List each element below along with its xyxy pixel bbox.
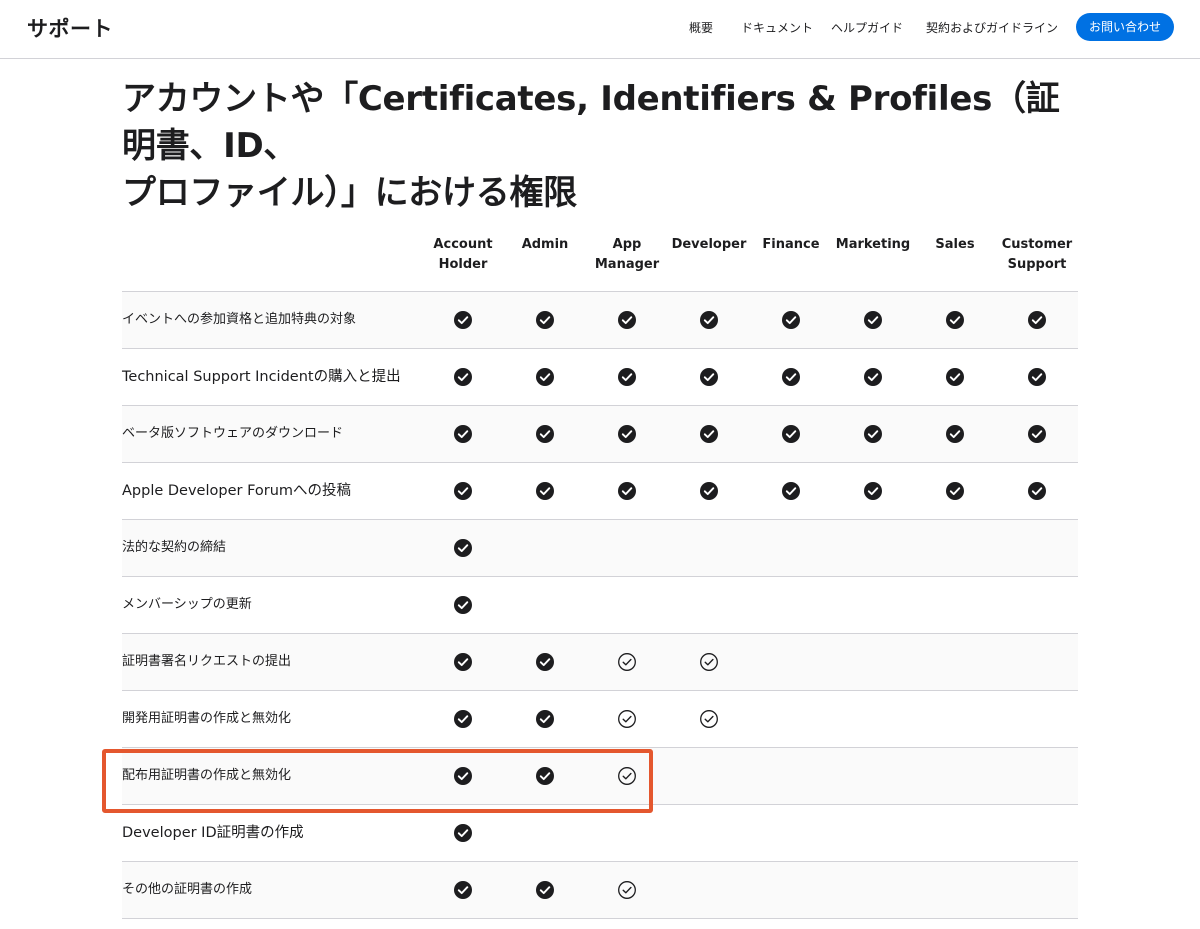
check-filled-icon [453,766,473,786]
row-label: メンバーシップの更新 [122,597,252,612]
check-filled-icon [617,424,637,444]
check-filled-icon [453,823,473,843]
check-filled-icon [535,880,555,900]
page-title-line-1: アカウントや「Certificates, Identifiers & Profi… [122,79,1060,166]
table-row: Technical Support Incidentの購入と提出 [122,349,1078,406]
nav-help-guide[interactable]: ヘルプガイド [831,19,903,36]
check-filled-icon [617,481,637,501]
check-filled-icon [945,310,965,330]
column-header: Admin [521,237,569,252]
check-filled-icon [535,310,555,330]
nav-agreements-guidelines[interactable]: 契約およびガイドライン [926,19,1058,36]
check-filled-icon [1027,367,1047,387]
check-filled-icon [945,481,965,501]
check-filled-icon [863,424,883,444]
check-outline-icon [617,652,637,672]
check-filled-icon [1027,424,1047,444]
check-filled-icon [699,367,719,387]
check-filled-icon [535,481,555,501]
check-filled-icon [863,367,883,387]
table-row: イベントへの参加資格と追加特典の対象 [122,292,1078,349]
check-filled-icon [453,310,473,330]
check-filled-icon [781,424,801,444]
check-filled-icon [1027,310,1047,330]
check-outline-icon [699,709,719,729]
table-row: 法的な契約の締結 [122,520,1078,577]
check-filled-icon [453,652,473,672]
check-filled-icon [535,652,555,672]
row-label: イベントへの参加資格と追加特典の対象 [122,312,357,327]
table-row: ベータ版ソフトウェアのダウンロード [122,406,1078,463]
check-filled-icon [453,481,473,501]
check-filled-icon [945,424,965,444]
check-filled-icon [535,367,555,387]
row-label: Apple Developer Forumへの投稿 [122,483,352,499]
column-header: App Manager [594,237,660,272]
check-filled-icon [453,538,473,558]
contact-us-button[interactable]: お問い合わせ [1076,13,1174,41]
table-row-highlighted: 配布用証明書の作成と無効化 [122,748,1078,805]
brand-title[interactable]: サポート [27,13,113,43]
table-row: その他の証明書の作成 [122,862,1078,919]
check-outline-icon [617,880,637,900]
check-filled-icon [453,424,473,444]
check-filled-icon [863,481,883,501]
check-filled-icon [781,310,801,330]
table-header-row: Account Holder Admin App Manager Developer F… [122,225,1078,292]
column-header: Developer [671,237,747,252]
column-header: Finance [762,237,820,252]
column-header: Sales [935,237,975,252]
column-header: Customer Support [1001,237,1073,272]
check-outline-icon [617,766,637,786]
table-row: 証明書署名リクエストの提出 [122,634,1078,691]
check-filled-icon [453,880,473,900]
table-row: 開発用証明書の作成と無効化 [122,691,1078,748]
check-outline-icon [617,709,637,729]
nav-overview[interactable]: 概要 [689,19,713,36]
check-filled-icon [617,367,637,387]
row-label: 証明書署名リクエストの提出 [122,654,292,669]
permissions-table: Account Holder Admin App Manager Developer F… [122,225,1078,919]
global-header: サポート 概要 ドキュメント ヘルプガイド 契約およびガイドライン お問い合わせ [0,0,1200,59]
check-filled-icon [945,367,965,387]
check-filled-icon [453,367,473,387]
nav-documentation[interactable]: ドキュメント [741,19,813,36]
row-label: Technical Support Incidentの購入と提出 [122,369,401,385]
table-row: Developer ID証明書の作成 [122,805,1078,862]
check-filled-icon [617,310,637,330]
check-filled-icon [781,367,801,387]
check-filled-icon [699,481,719,501]
check-filled-icon [535,766,555,786]
row-label: Developer ID証明書の作成 [122,825,304,841]
row-label: 法的な契約の締結 [122,540,227,555]
page-title: アカウントや「Certificates, Identifiers & Profi… [122,76,1082,217]
table-row: メンバーシップの更新 [122,577,1078,634]
check-filled-icon [699,310,719,330]
check-filled-icon [535,424,555,444]
row-label: その他の証明書の作成 [122,882,253,897]
row-label: ベータ版ソフトウェアのダウンロード [122,426,344,441]
column-header: Account Holder [433,237,493,272]
page-title-line-2: プロファイル）」における権限 [122,173,577,213]
table-body: イベントへの参加資格と追加特典の対象 Technical Support Inci… [122,292,1078,919]
check-filled-icon [863,310,883,330]
check-filled-icon [453,709,473,729]
table-row: Apple Developer Forumへの投稿 [122,463,1078,520]
row-label: 配布用証明書の作成と無効化 [122,768,292,783]
check-filled-icon [535,709,555,729]
check-filled-icon [1027,481,1047,501]
check-outline-icon [699,652,719,672]
check-filled-icon [453,595,473,615]
check-filled-icon [781,481,801,501]
column-header: Marketing [835,237,911,252]
row-label: 開発用証明書の作成と無効化 [122,711,292,726]
check-filled-icon [699,424,719,444]
